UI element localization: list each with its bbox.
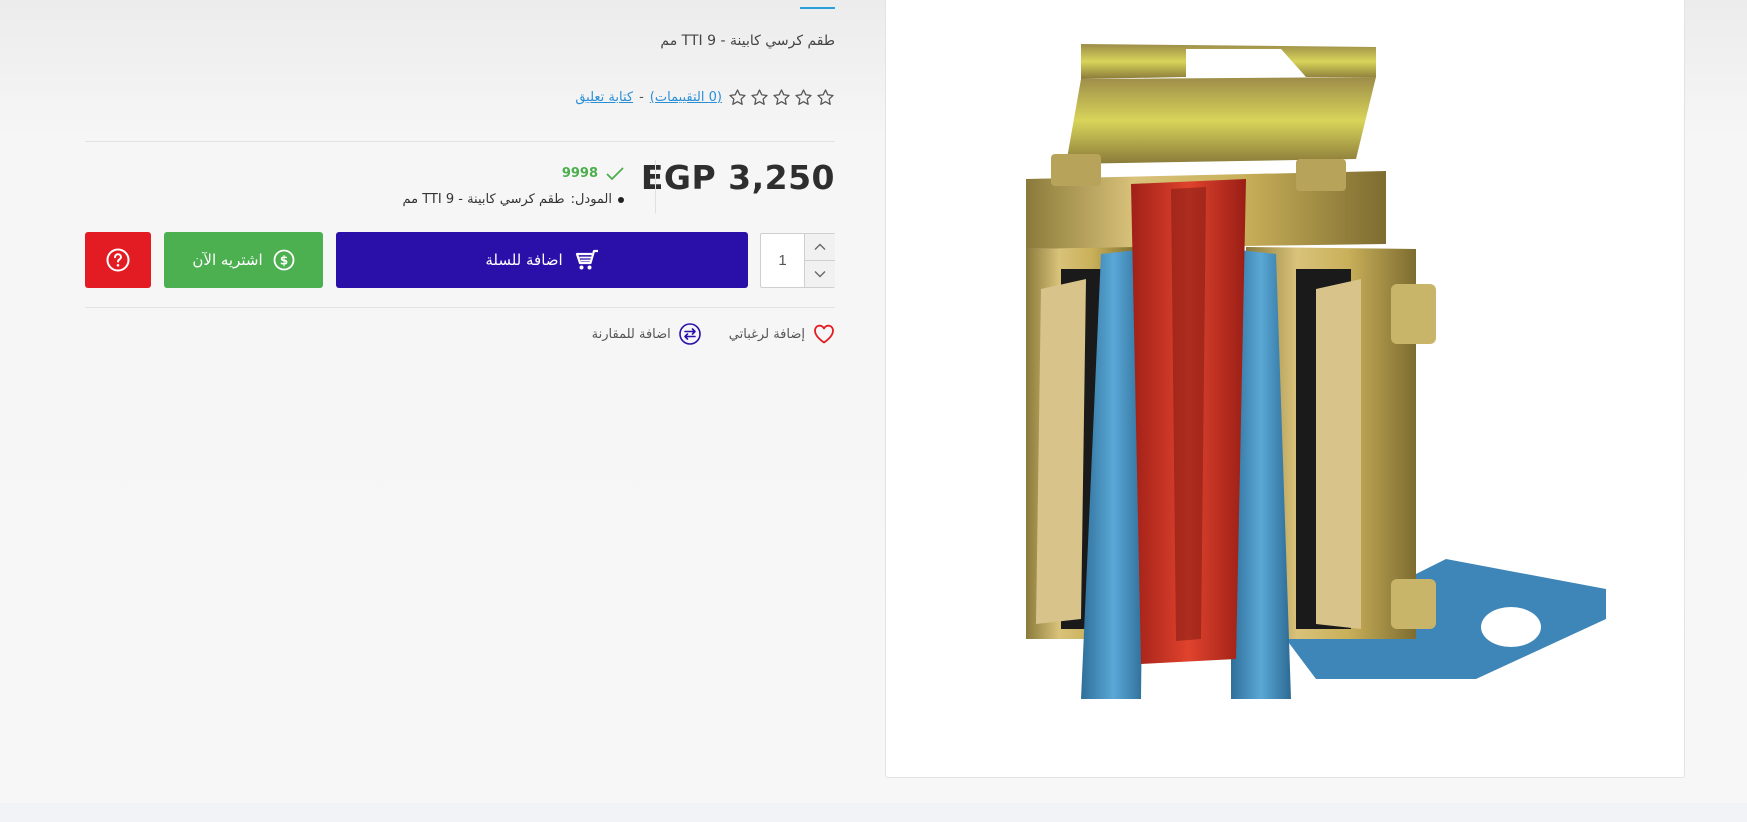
cart-icon (575, 249, 598, 270)
model-value: طقم كرسي كابينة - 9 TTI مم (402, 192, 565, 207)
write-review-link[interactable]: كتابة تعليق (575, 90, 633, 105)
product-price: EGP 3,250 (640, 158, 835, 197)
dollar-circle-icon: $ (273, 249, 295, 271)
price-divider (655, 160, 656, 213)
star-outline-icon (817, 88, 834, 105)
reviews-count-link[interactable]: (0 التقييمات) (650, 90, 722, 105)
rating-separator: - (639, 89, 644, 105)
stock-status: 9998 (562, 166, 624, 181)
wishlist-label: إضافة لرغباتي (728, 326, 805, 342)
star-outline-icon (729, 88, 746, 105)
footer-strip (0, 803, 1747, 822)
chevron-down-icon (814, 270, 826, 278)
quantity-stepper (760, 233, 835, 288)
model-label: المودل: (570, 192, 612, 207)
model-info: المودل: طقم كرسي كابينة - 9 TTI مم (402, 192, 624, 207)
quantity-decrease-button[interactable] (804, 260, 835, 287)
product-image-panel[interactable] (885, 0, 1685, 778)
add-to-cart-button[interactable]: اضافة للسلة (336, 232, 748, 288)
compare-label: اضافة للمقارنة (591, 326, 671, 342)
heart-icon (814, 324, 834, 344)
bullet-dot (618, 196, 624, 203)
secondary-actions: إضافة لرغباتي اضافة للمقارنة (592, 323, 835, 345)
star-outline-icon (773, 88, 790, 105)
divider (85, 307, 835, 308)
question-circle-icon (106, 248, 130, 272)
star-outline-icon (751, 88, 768, 105)
ask-question-button[interactable] (85, 232, 151, 288)
chevron-up-icon (814, 243, 826, 250)
add-to-cart-label: اضافة للسلة (485, 251, 563, 269)
product-name: طقم كرسي كابينة - 9 TTI مم (660, 33, 835, 49)
stock-quantity: 9998 (561, 166, 598, 181)
quantity-increase-button[interactable] (804, 234, 835, 261)
check-icon (606, 167, 624, 180)
quantity-input[interactable] (761, 234, 804, 287)
buy-now-button[interactable]: $ اشتريه الآن (164, 232, 323, 288)
rating-row: (0 التقييمات) - كتابة تعليق (575, 86, 835, 108)
star-outline-icon (795, 88, 812, 105)
title-underline-accent (800, 7, 835, 9)
rating-stars (728, 88, 835, 107)
add-to-compare-link[interactable]: اضافة للمقارنة (592, 323, 701, 345)
divider (85, 141, 835, 142)
svg-text:$: $ (279, 254, 287, 268)
buy-now-label: اشتريه الآن (192, 251, 263, 269)
product-image (1026, 44, 1606, 699)
compare-arrows-icon (678, 323, 701, 345)
add-to-wishlist-link[interactable]: إضافة لرغباتي (729, 324, 835, 344)
